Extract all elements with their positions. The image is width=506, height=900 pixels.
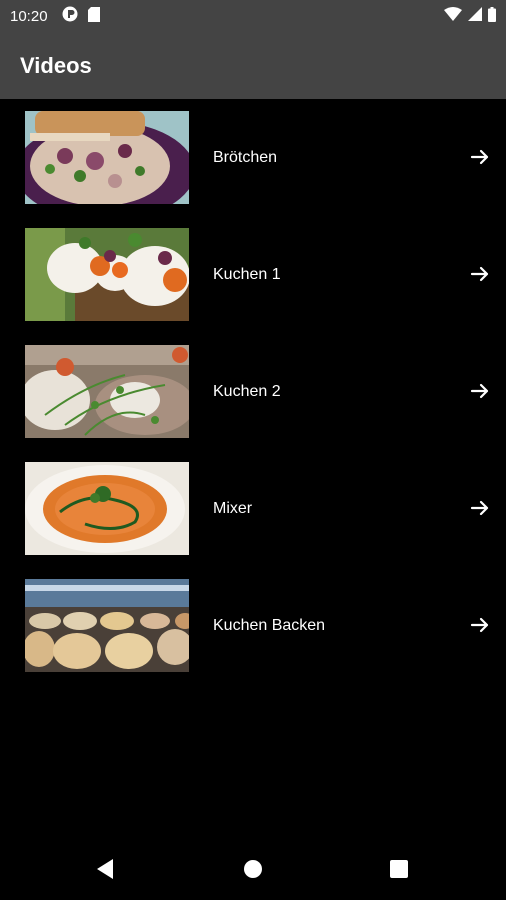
- eggs-with-sprouts-thumbnail: [25, 228, 189, 321]
- video-item-mixer[interactable]: Mixer: [0, 450, 506, 567]
- home-icon[interactable]: [238, 854, 268, 884]
- status-left-icons: [62, 6, 100, 27]
- toast-with-herbs-thumbnail: [25, 111, 189, 204]
- video-label: Mixer: [213, 500, 253, 517]
- arrow-right-icon[interactable]: [470, 381, 490, 401]
- system-nav-bar: [0, 838, 506, 900]
- status-time: 10:20: [10, 8, 48, 25]
- roll-with-cress-thumbnail: [25, 345, 189, 438]
- arrow-right-icon[interactable]: [470, 264, 490, 284]
- video-label: Kuchen 1: [213, 266, 281, 283]
- screen: 10:20 Videos Brötchen Kuchen 1 Kuchen 2 …: [0, 0, 506, 900]
- video-item-kuchen-1[interactable]: Kuchen 1: [0, 216, 506, 333]
- video-label: Kuchen 2: [213, 383, 281, 400]
- page-title: Videos: [20, 53, 92, 78]
- signal-icon: [468, 7, 482, 26]
- status-right-icons: [444, 6, 496, 27]
- battery-icon: [488, 6, 496, 27]
- status-bar: 10:20: [0, 0, 506, 33]
- arrow-right-icon[interactable]: [470, 498, 490, 518]
- orange-soup-thumbnail: [25, 462, 189, 555]
- app-bar: Videos: [0, 33, 506, 99]
- video-item-kuchen-backen[interactable]: Kuchen Backen: [0, 567, 506, 684]
- arrow-right-icon[interactable]: [470, 147, 490, 167]
- recents-icon[interactable]: [384, 854, 414, 884]
- video-item-broetchen[interactable]: Brötchen: [0, 99, 506, 216]
- video-label: Brötchen: [213, 149, 278, 166]
- app-notification-icon: [62, 6, 78, 27]
- arrow-right-icon[interactable]: [470, 615, 490, 635]
- video-label: Kuchen Backen: [213, 617, 326, 634]
- sd-card-icon: [87, 6, 100, 27]
- video-item-kuchen-2[interactable]: Kuchen 2: [0, 333, 506, 450]
- wifi-icon: [444, 7, 462, 26]
- pastry-display-thumbnail: [25, 579, 189, 672]
- back-icon[interactable]: [90, 854, 120, 884]
